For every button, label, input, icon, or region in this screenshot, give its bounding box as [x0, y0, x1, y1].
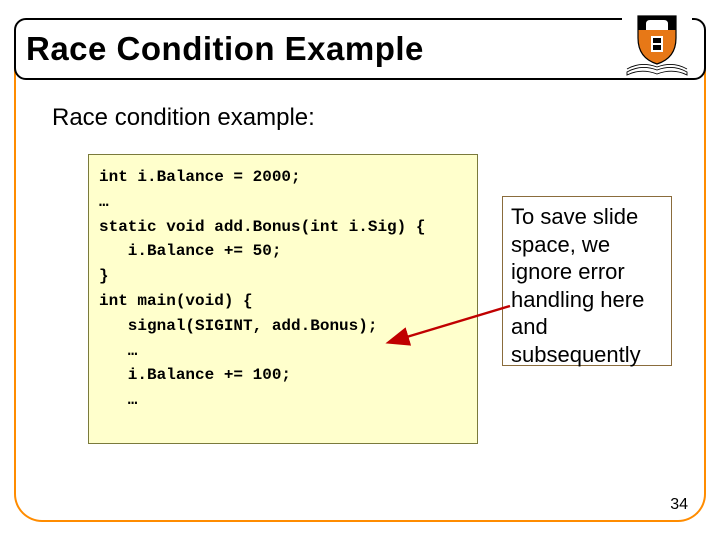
code-content: int i.Balance = 2000; … static void add.…: [99, 165, 467, 413]
slide: Race Condition Example Race condition ex…: [0, 0, 720, 540]
note-text: To save slide space, we ignore error han…: [511, 203, 663, 368]
code-box: int i.Balance = 2000; … static void add.…: [88, 154, 478, 444]
subtitle: Race condition example:: [52, 104, 315, 132]
princeton-logo: [622, 12, 692, 78]
books-icon: [626, 60, 688, 76]
page-number: 34: [670, 496, 688, 514]
shield-icon: [636, 14, 678, 66]
note-box: To save slide space, we ignore error han…: [502, 196, 672, 366]
title-band: Race Condition Example: [14, 18, 706, 80]
slide-title: Race Condition Example: [26, 30, 424, 68]
